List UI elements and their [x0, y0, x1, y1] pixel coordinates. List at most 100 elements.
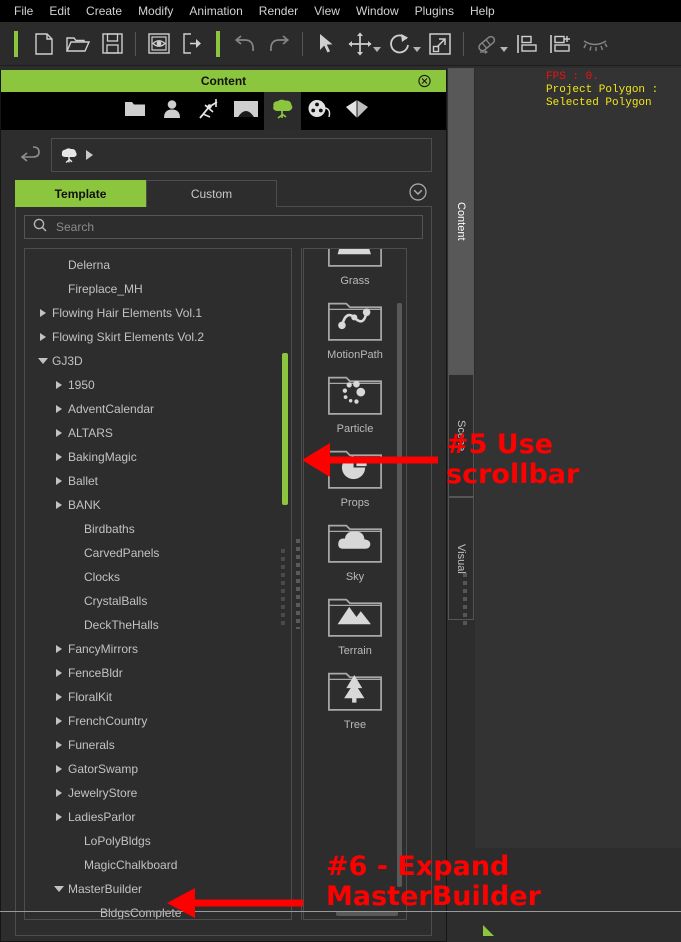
menu-item-animation[interactable]: Animation — [181, 0, 250, 22]
tree-item[interactable]: DeckTheHalls — [25, 613, 291, 637]
tree-item[interactable]: MagicChalkboard — [25, 853, 291, 877]
menu-item-plugins[interactable]: Plugins — [407, 0, 462, 22]
tree-item[interactable]: Delerna — [25, 253, 291, 277]
asset-grid-item[interactable]: Terrain — [312, 589, 398, 663]
open-button[interactable] — [61, 27, 95, 61]
asset-grid-item[interactable]: Grass — [312, 249, 398, 293]
dock-tab-visual[interactable]: Visual — [448, 497, 474, 620]
align-add-button[interactable] — [544, 27, 578, 61]
menu-item-modify[interactable]: Modify — [130, 0, 181, 22]
link-tool-button[interactable] — [470, 27, 504, 61]
search-box[interactable]: Search — [24, 215, 423, 239]
chevron-right-icon[interactable] — [53, 661, 65, 685]
export-button[interactable] — [176, 27, 210, 61]
tab-custom[interactable]: Custom — [146, 180, 277, 207]
select-tool-button[interactable] — [309, 27, 343, 61]
chevron-right-icon[interactable] — [53, 373, 65, 397]
preview-button[interactable] — [142, 27, 176, 61]
asset-grid[interactable]: Grass MotionPath Particle Props Sky Terrain Tr… — [303, 248, 407, 920]
breadcrumb-arrow-icon[interactable] — [86, 150, 93, 160]
asset-grid-item[interactable]: Tree — [312, 663, 398, 737]
tree-item[interactable]: CarvedPanels — [25, 541, 291, 565]
align-button[interactable] — [510, 27, 544, 61]
chevron-down-circle-icon[interactable] — [409, 183, 427, 201]
back-button[interactable] — [15, 140, 47, 170]
asset-tree[interactable]: Delerna Fireplace_MH Flowing Hair Elements… — [24, 248, 292, 920]
tree-item[interactable]: FancyMirrors — [25, 637, 291, 661]
tree-item[interactable]: Clocks — [25, 565, 291, 589]
rotate-tool-dropdown[interactable] — [413, 47, 421, 52]
chevron-right-icon[interactable] — [53, 805, 65, 829]
chevron-right-icon[interactable] — [53, 685, 65, 709]
category-pose[interactable] — [190, 92, 227, 130]
panel-splitter[interactable] — [292, 248, 303, 920]
tree-item[interactable]: FenceBldr — [25, 661, 291, 685]
tree-scrollbar-thumb[interactable] — [282, 353, 288, 505]
chevron-right-icon[interactable] — [53, 757, 65, 781]
save-button[interactable] — [95, 27, 129, 61]
category-scene-props[interactable] — [264, 92, 301, 130]
new-button[interactable] — [27, 27, 61, 61]
tree-item[interactable]: Fireplace_MH — [25, 277, 291, 301]
tree-item[interactable]: ALTARS — [25, 421, 291, 445]
chevron-right-icon[interactable] — [37, 301, 49, 325]
category-stage[interactable] — [227, 92, 264, 130]
tree-item[interactable]: LadiesParlor — [25, 805, 291, 829]
chevron-down-icon[interactable] — [37, 349, 49, 373]
close-icon[interactable] — [418, 74, 431, 88]
chevron-right-icon[interactable] — [53, 421, 65, 445]
tree-item[interactable]: AdventCalendar — [25, 397, 291, 421]
menu-item-render[interactable]: Render — [251, 0, 306, 22]
tab-template[interactable]: Template — [15, 180, 146, 207]
tree-item[interactable]: BANK — [25, 493, 291, 517]
rotate-tool-button[interactable] — [383, 27, 417, 61]
search-input[interactable]: Search — [56, 220, 94, 234]
tree-item[interactable]: GatorSwamp — [25, 757, 291, 781]
breadcrumb[interactable] — [51, 138, 432, 172]
dock-tab-scene[interactable]: Scene — [448, 374, 474, 497]
asset-grid-item[interactable]: Props — [312, 441, 398, 515]
asset-grid-item[interactable]: Particle — [312, 367, 398, 441]
chevron-right-icon[interactable] — [53, 493, 65, 517]
chevron-right-icon[interactable] — [53, 733, 65, 757]
hide-button[interactable] — [578, 27, 612, 61]
menu-item-edit[interactable]: Edit — [41, 0, 78, 22]
menu-item-help[interactable]: Help — [462, 0, 503, 22]
chevron-down-icon[interactable] — [53, 877, 65, 901]
chevron-right-icon[interactable] — [53, 637, 65, 661]
tree-item[interactable]: Funerals — [25, 733, 291, 757]
tree-item[interactable]: 1950 — [25, 373, 291, 397]
tree-item[interactable]: FrenchCountry — [25, 709, 291, 733]
category-file[interactable] — [116, 92, 153, 130]
tree-item[interactable]: CrystalBalls — [25, 589, 291, 613]
menu-item-window[interactable]: Window — [348, 0, 407, 22]
tree-item[interactable]: GJ3D — [25, 349, 291, 373]
tree-item[interactable]: Birdbaths — [25, 517, 291, 541]
menu-item-file[interactable]: File — [6, 0, 41, 22]
category-media[interactable] — [301, 92, 338, 130]
tree-item[interactable]: Ballet — [25, 469, 291, 493]
dock-tab-content[interactable]: Content — [448, 68, 474, 374]
chevron-right-icon[interactable] — [53, 445, 65, 469]
scale-tool-button[interactable] — [423, 27, 457, 61]
viewport[interactable]: FPS : 0. Project Polygon : Selected Poly… — [475, 68, 681, 942]
chevron-right-icon[interactable] — [53, 709, 65, 733]
menu-item-view[interactable]: View — [306, 0, 348, 22]
asset-grid-item[interactable]: Sky — [312, 515, 398, 589]
tree-item[interactable]: FloralKit — [25, 685, 291, 709]
tree-item[interactable]: LoPolyBldgs — [25, 829, 291, 853]
chevron-right-icon[interactable] — [53, 397, 65, 421]
chevron-right-icon[interactable] — [37, 325, 49, 349]
category-character[interactable] — [153, 92, 190, 130]
asset-grid-item[interactable]: MotionPath — [312, 293, 398, 367]
tree-item[interactable]: BakingMagic — [25, 445, 291, 469]
category-package[interactable] — [338, 92, 375, 130]
tree-item[interactable]: JewelryStore — [25, 781, 291, 805]
undo-button[interactable] — [228, 27, 262, 61]
move-tool-button[interactable] — [343, 27, 377, 61]
grid-scrollbar-thumb[interactable] — [397, 303, 402, 887]
tree-item[interactable]: MasterBuilder — [25, 877, 291, 901]
move-tool-dropdown[interactable] — [373, 47, 381, 52]
chevron-right-icon[interactable] — [53, 781, 65, 805]
chevron-right-icon[interactable] — [53, 469, 65, 493]
